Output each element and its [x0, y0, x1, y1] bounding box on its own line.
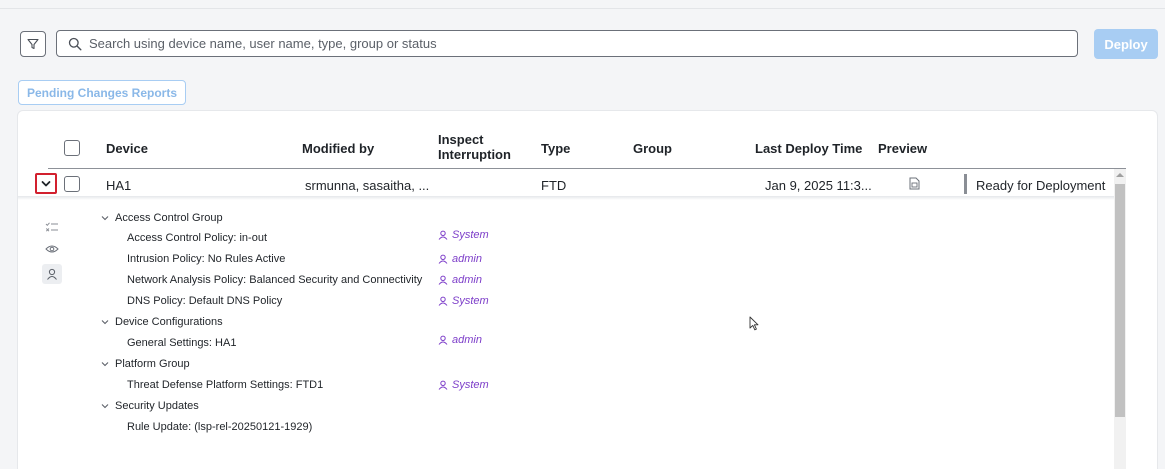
user-icon	[438, 335, 448, 345]
user-name: admin	[452, 334, 482, 346]
user-icon	[438, 380, 448, 390]
user-name: System	[452, 295, 489, 307]
row-device[interactable]: HA1	[106, 178, 131, 193]
top-divider	[0, 8, 1165, 9]
pending-changes-reports-button[interactable]: Pending Changes Reports	[18, 80, 186, 105]
row-checkbox[interactable]	[64, 176, 80, 192]
chevron-down-icon	[101, 358, 109, 370]
policy-item[interactable]: Intrusion Policy: No Rules Active	[127, 253, 285, 265]
row-divider	[18, 196, 1114, 200]
checklist-icon[interactable]	[43, 218, 61, 236]
column-header-modified-by[interactable]: Modified by	[302, 141, 374, 156]
row-modified-by: srmunna, sasaitha, ...	[305, 178, 430, 193]
group-platform[interactable]: Platform Group	[101, 358, 190, 370]
user-name: System	[452, 379, 489, 391]
row-status: Ready for Deployment	[976, 178, 1106, 193]
user-name: admin	[452, 274, 482, 286]
policy-item[interactable]: Threat Defense Platform Settings: FTD1	[127, 379, 323, 391]
policy-item[interactable]: Rule Update: (lsp-rel-20250121-1929)	[127, 421, 312, 433]
select-all-checkbox[interactable]	[64, 140, 80, 156]
user-icon	[438, 296, 448, 306]
policy-item[interactable]: DNS Policy: Default DNS Policy	[127, 295, 282, 307]
inspect-header-line1: Inspect	[438, 132, 484, 147]
eye-icon[interactable]	[43, 240, 61, 258]
column-header-type[interactable]: Type	[541, 141, 570, 156]
group-security-updates[interactable]: Security Updates	[101, 400, 199, 412]
group-access-control[interactable]: Access Control Group	[101, 212, 223, 224]
filter-icon	[27, 38, 39, 50]
policy-item[interactable]: Access Control Policy: in-out	[127, 232, 267, 244]
deploy-button[interactable]: Deploy	[1094, 29, 1158, 59]
scrollbar-thumb[interactable]	[1115, 184, 1125, 417]
group-label: Device Configurations	[115, 316, 223, 328]
group-label: Platform Group	[115, 358, 190, 370]
policy-user[interactable]: admin	[438, 274, 482, 286]
column-header-preview[interactable]: Preview	[878, 141, 927, 156]
column-header-last-deploy-time[interactable]: Last Deploy Time	[755, 141, 862, 156]
policy-item[interactable]: General Settings: HA1	[127, 337, 236, 349]
header-divider	[48, 168, 1126, 169]
status-indicator-bar	[964, 174, 967, 194]
search-icon	[61, 37, 89, 51]
policy-user[interactable]: System	[438, 295, 489, 307]
preview-icon[interactable]	[909, 177, 920, 195]
column-header-device[interactable]: Device	[106, 141, 148, 156]
user-icon	[438, 254, 448, 264]
row-last-deploy-time: Jan 9, 2025 11:3...	[765, 178, 872, 193]
policy-user[interactable]: admin	[438, 334, 482, 346]
column-header-group[interactable]: Group	[633, 141, 672, 156]
mouse-cursor-icon	[749, 316, 759, 336]
column-header-inspect-interruption[interactable]: Inspect Interruption	[438, 132, 511, 162]
group-label: Access Control Group	[115, 212, 223, 224]
user-icon	[438, 275, 448, 285]
policy-item[interactable]: Network Analysis Policy: Balanced Securi…	[127, 274, 422, 286]
inspect-header-line2: Interruption	[438, 147, 511, 162]
group-device-configurations[interactable]: Device Configurations	[101, 316, 223, 328]
scroll-up-arrow[interactable]	[1116, 173, 1124, 177]
policy-user[interactable]: System	[438, 379, 489, 391]
user-name: System	[452, 229, 489, 241]
filter-button[interactable]	[20, 31, 46, 57]
deployment-table-panel: Device Modified by Inspect Interruption …	[17, 110, 1158, 469]
policy-user[interactable]: System	[438, 229, 489, 241]
chevron-down-icon	[101, 316, 109, 328]
policy-user[interactable]: admin	[438, 253, 482, 265]
chevron-down-icon	[101, 212, 109, 224]
search-box[interactable]	[56, 30, 1078, 57]
search-input[interactable]	[89, 31, 1077, 56]
row-type: FTD	[541, 178, 567, 193]
expand-row-button[interactable]	[35, 173, 57, 194]
group-label: Security Updates	[115, 400, 199, 412]
user-icon	[438, 230, 448, 240]
user-name: admin	[452, 253, 482, 265]
chevron-down-icon	[101, 400, 109, 412]
chevron-down-icon	[41, 180, 51, 186]
user-icon[interactable]	[42, 264, 62, 284]
